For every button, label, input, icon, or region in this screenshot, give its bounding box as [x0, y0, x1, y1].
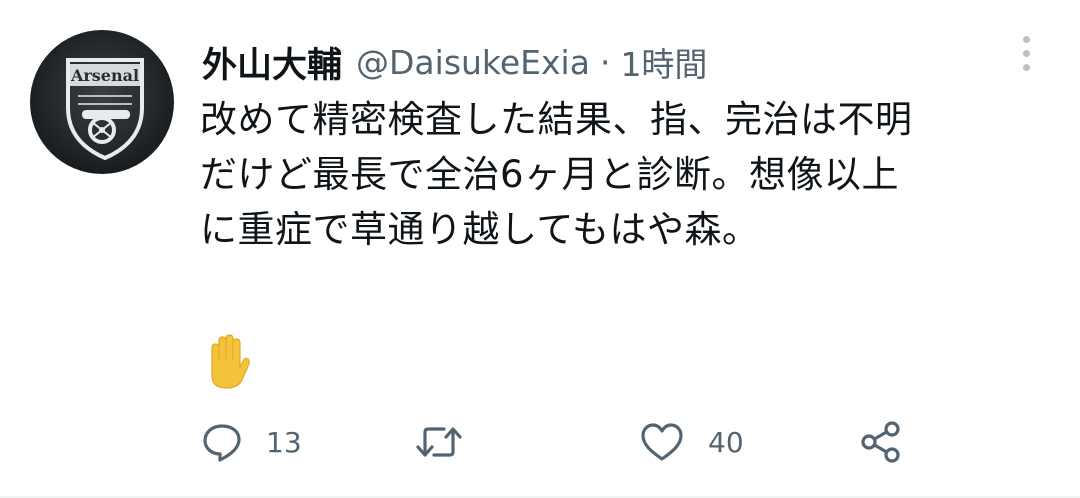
tweet-timestamp[interactable]: 1時間: [620, 38, 707, 86]
avatar-crest-text: Arsenal: [70, 66, 139, 85]
avatar[interactable]: Arsenal: [30, 30, 174, 174]
reply-button[interactable]: 13: [200, 416, 302, 468]
like-button[interactable]: 40: [638, 416, 744, 468]
tweet-text-line: に重症で草通り越してもはや森。: [200, 208, 760, 251]
tweet-actions-bar: 13 40: [200, 416, 920, 468]
tweet-text-line: 改めて精密検査した結果、指、完治は不明: [200, 98, 913, 141]
reply-count: 13: [266, 425, 302, 459]
retweet-button[interactable]: [414, 416, 486, 468]
header-separator: ·: [599, 42, 611, 82]
arsenal-crest-icon: Arsenal: [66, 58, 144, 161]
user-handle[interactable]: @DaisukeExia: [356, 43, 590, 82]
retweet-icon: [416, 427, 462, 457]
raised-hand-emoji-icon: [200, 334, 252, 390]
more-options-icon[interactable]: [1014, 34, 1040, 74]
tweet-text: 改めて精密検査した結果、指、完治は不明 だけど最長で全治6ヶ月と診断。想像以上 …: [200, 92, 1050, 257]
display-name[interactable]: 外山大輔: [202, 37, 342, 88]
heart-icon: [641, 423, 683, 461]
tweet-header: 外山大輔 @DaisukeExia · 1時間: [202, 36, 707, 88]
share-icon: [861, 421, 900, 463]
share-button[interactable]: [858, 416, 904, 468]
reply-icon: [203, 424, 241, 462]
like-count: 40: [708, 425, 744, 459]
tweet-text-line: だけど最長で全治6ヶ月と診断。想像以上: [200, 153, 900, 196]
tweet-card[interactable]: Arsenal 外山大輔 @DaisukeExia · 1時間 改めて精密検査し…: [0, 0, 1080, 498]
